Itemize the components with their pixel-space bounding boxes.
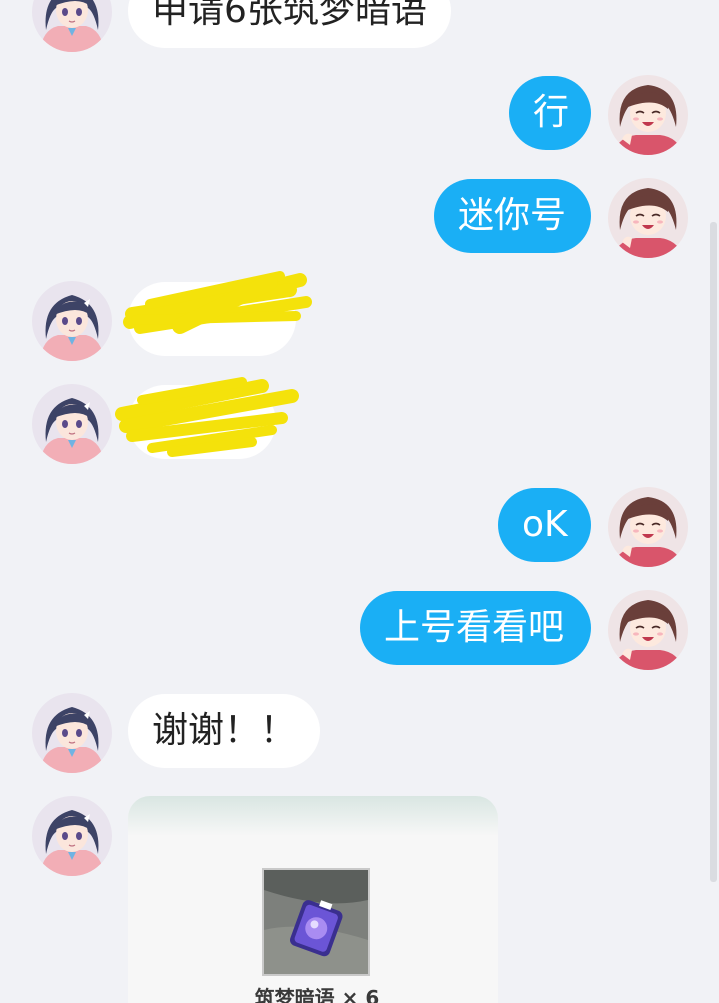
incoming-message-bubble[interactable]: 申请6张筑梦暗语	[128, 0, 451, 48]
incoming-avatar[interactable]	[32, 0, 112, 52]
incoming-message-bubble[interactable]: 谢谢！！	[128, 694, 320, 768]
message-text: 谢谢！！	[152, 710, 297, 751]
message-text: oK	[522, 504, 568, 545]
girl-dark-hair-avatar-icon	[32, 693, 112, 773]
girl-dark-hair-avatar-icon	[32, 384, 112, 464]
girl-brown-hair-avatar-icon	[608, 487, 688, 567]
message-text: 申请6张筑梦暗语	[152, 0, 427, 31]
scrollbar[interactable]	[710, 222, 717, 882]
item-tile	[262, 868, 370, 976]
outgoing-message-bubble[interactable]: 上号看看吧	[360, 591, 591, 665]
girl-brown-hair-avatar-icon	[608, 590, 688, 670]
incoming-avatar[interactable]	[32, 693, 112, 773]
outgoing-avatar[interactable]	[608, 590, 688, 670]
incoming-avatar[interactable]	[32, 281, 112, 361]
item-caption: 筑梦暗语 × 6	[254, 986, 380, 1003]
girl-dark-hair-avatar-icon	[32, 796, 112, 876]
girl-dark-hair-avatar-icon	[32, 0, 112, 52]
image-message[interactable]: 筑梦暗语 × 6	[128, 796, 498, 1003]
incoming-message-bubble[interactable]	[128, 282, 296, 356]
girl-brown-hair-avatar-icon	[608, 75, 688, 155]
outgoing-message-bubble[interactable]: 迷你号	[434, 179, 591, 253]
crystal-card-icon	[264, 870, 368, 974]
outgoing-avatar[interactable]	[608, 487, 688, 567]
incoming-message-bubble[interactable]	[128, 385, 276, 459]
girl-brown-hair-avatar-icon	[608, 178, 688, 258]
message-text: 上号看看吧	[384, 607, 565, 648]
incoming-avatar[interactable]	[32, 796, 112, 876]
chat-window: 申请6张筑梦暗语 行 迷你号 oK 上号看看吧 谢谢！！ 筑梦暗语 × 6	[0, 0, 719, 1003]
message-text: 迷你号	[458, 195, 567, 236]
girl-dark-hair-avatar-icon	[32, 281, 112, 361]
image-top-edge	[128, 796, 498, 836]
outgoing-message-bubble[interactable]: oK	[498, 488, 591, 562]
outgoing-avatar[interactable]	[608, 75, 688, 155]
incoming-avatar[interactable]	[32, 384, 112, 464]
outgoing-message-bubble[interactable]: 行	[509, 76, 591, 150]
outgoing-avatar[interactable]	[608, 178, 688, 258]
message-text: 行	[533, 92, 570, 133]
